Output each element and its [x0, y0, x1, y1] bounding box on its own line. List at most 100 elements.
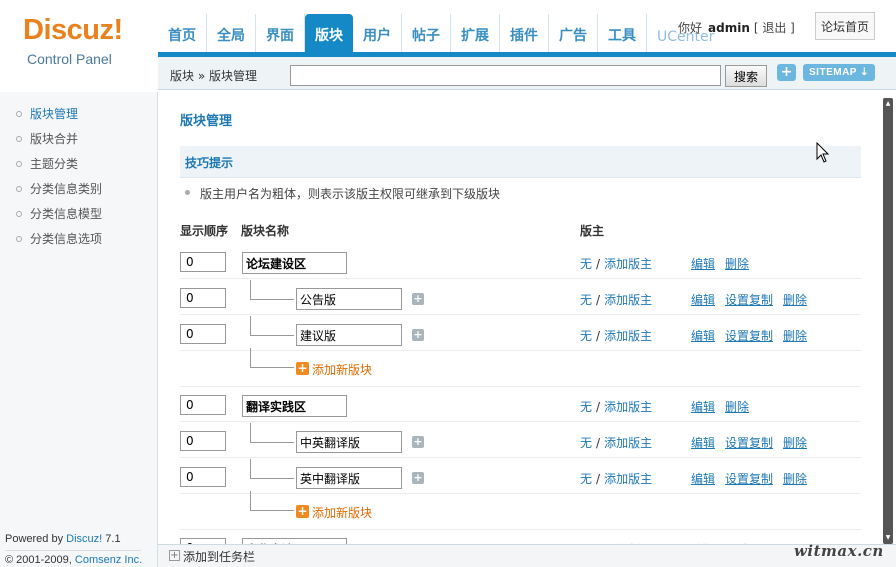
main-content: 版块管理 技巧提示 版主用户名为粗体，则表示该版主权限可继承到下级版块 显示顺序…: [159, 92, 883, 544]
edit-link[interactable]: 编辑: [691, 470, 715, 487]
add-forum-row: + 添加新版块: [180, 491, 861, 530]
copy-settings-link[interactable]: 设置复制: [725, 434, 773, 451]
bullet-icon: [16, 136, 22, 142]
sidebar-item[interactable]: 版块合并: [0, 130, 157, 155]
moderator-link[interactable]: 无: [580, 257, 592, 271]
plus-icon[interactable]: +: [777, 64, 796, 81]
tip-title: 技巧提示: [185, 156, 234, 170]
bullet-icon: [16, 236, 22, 242]
category-name-input[interactable]: [242, 252, 347, 274]
forum-row: + 无 /添加版主 编辑设置复制删除: [180, 280, 861, 315]
order-input[interactable]: [180, 395, 226, 415]
sidebar-item-label: 主题分类: [30, 157, 79, 171]
expand-plus-icon[interactable]: +: [412, 472, 424, 484]
expand-plus-icon[interactable]: +: [412, 329, 424, 341]
moderator-link[interactable]: 无: [580, 329, 592, 343]
add-moderator-link[interactable]: 添加版主: [604, 257, 652, 271]
order-input[interactable]: [180, 467, 226, 487]
username: admin: [708, 21, 750, 35]
delete-link[interactable]: 删除: [783, 470, 807, 487]
add-moderator-link[interactable]: 添加版主: [604, 293, 652, 307]
add-moderator-link[interactable]: 添加版主: [604, 329, 652, 343]
separator: /: [596, 329, 601, 343]
nav-tab[interactable]: 全局: [207, 14, 256, 54]
edit-link[interactable]: 编辑: [691, 434, 715, 451]
edit-link[interactable]: 编辑: [691, 327, 715, 344]
order-input[interactable]: [180, 431, 226, 451]
nav-tab[interactable]: 扩展: [451, 14, 500, 54]
edit-link[interactable]: 编辑: [691, 291, 715, 308]
sidebar-item[interactable]: 主题分类: [0, 155, 157, 180]
logo-subtitle: Control Panel: [27, 51, 112, 67]
add-moderator-link[interactable]: 添加版主: [604, 472, 652, 486]
nav-tab[interactable]: 版块: [305, 14, 353, 54]
nav-tab[interactable]: 帖子: [402, 14, 451, 54]
sidebar-item[interactable]: 版块管理: [0, 105, 157, 130]
edit-link[interactable]: 编辑: [691, 255, 715, 272]
tree-line: [250, 459, 294, 479]
sidebar-item[interactable]: 分类信息选项: [0, 230, 157, 255]
logo[interactable]: Discuz! Control Panel: [0, 0, 158, 92]
nav-tab[interactable]: 广告: [549, 14, 598, 54]
delete-link[interactable]: 删除: [783, 434, 807, 451]
scroll-down-icon[interactable]: ▼: [883, 534, 893, 542]
moderator-link[interactable]: 无: [580, 293, 592, 307]
delete-link[interactable]: 删除: [783, 291, 807, 308]
forum-name-input[interactable]: [296, 431, 402, 453]
forum-name-input[interactable]: [296, 288, 402, 310]
copy-settings-link[interactable]: 设置复制: [725, 327, 773, 344]
expand-plus-icon[interactable]: +: [412, 436, 424, 448]
nav-tab[interactable]: 界面: [256, 14, 305, 54]
add-moderator-link[interactable]: 添加版主: [604, 436, 652, 450]
moderator-link[interactable]: 无: [580, 400, 592, 414]
plus-box-icon[interactable]: +: [169, 550, 180, 561]
forum-row: + 无 /添加版主 编辑设置复制删除: [180, 316, 861, 351]
nav-tab[interactable]: 插件: [500, 14, 549, 54]
column-name: 版块名称: [241, 224, 290, 238]
copy-settings-link[interactable]: 设置复制: [725, 470, 773, 487]
tip-text: 版主用户名为粗体，则表示该版主权限可继承到下级版块: [200, 187, 501, 201]
nav-tab[interactable]: 用户: [353, 14, 402, 54]
delete-link[interactable]: 删除: [783, 327, 807, 344]
add-forum-link[interactable]: 添加新版块: [312, 361, 372, 378]
order-input[interactable]: [180, 324, 226, 344]
delete-link[interactable]: 删除: [725, 398, 749, 415]
discuz-link[interactable]: Discuz!: [66, 533, 102, 545]
nav-tab[interactable]: 首页: [158, 14, 207, 54]
category-name-input[interactable]: [242, 395, 347, 417]
forum-home-button[interactable]: 论坛首页: [815, 12, 875, 40]
watermark: witmax.cn: [794, 542, 884, 560]
logout-link[interactable]: [ 退出 ]: [754, 21, 795, 35]
sidebar-item[interactable]: 分类信息模型: [0, 205, 157, 230]
moderator-link[interactable]: 无: [580, 436, 592, 450]
sidebar-menu: 版块管理 版块合并主题分类分类信息类别分类信息模型 分类信息选项: [0, 105, 157, 255]
tree-line: [250, 491, 294, 511]
nav-tab[interactable]: 工具: [598, 14, 647, 54]
scrollbar[interactable]: ▲ ▼: [883, 98, 893, 544]
expand-plus-icon[interactable]: +: [412, 293, 424, 305]
copyright-prefix: © 2001-2009,: [5, 554, 75, 566]
order-input[interactable]: [180, 252, 226, 272]
forum-name-input[interactable]: [296, 467, 402, 489]
search-input[interactable]: [290, 65, 721, 86]
delete-link[interactable]: 删除: [725, 255, 749, 272]
forum-row: + 无 /添加版主 编辑设置复制删除: [180, 459, 861, 494]
comsenz-link[interactable]: Comsenz Inc.: [75, 554, 142, 566]
scroll-up-icon[interactable]: ▲: [883, 100, 893, 108]
forum-name-input[interactable]: [296, 324, 402, 346]
sitemap-button[interactable]: SITEMAP ⇣: [803, 64, 875, 81]
add-icon[interactable]: +: [296, 505, 309, 518]
user-bar: 你好 admin [ 退出 ]: [678, 19, 795, 36]
order-input[interactable]: [180, 288, 226, 308]
moderator-link[interactable]: 无: [580, 472, 592, 486]
sidebar-item[interactable]: 分类信息类别: [0, 180, 157, 205]
sidebar-item-label: 分类信息类别: [30, 182, 103, 196]
add-forum-link[interactable]: 添加新版块: [312, 504, 372, 521]
add-moderator-link[interactable]: 添加版主: [604, 400, 652, 414]
copy-settings-link[interactable]: 设置复制: [725, 291, 773, 308]
scrollbar-thumb[interactable]: ▲ ▼: [883, 98, 893, 544]
add-icon[interactable]: +: [296, 362, 309, 375]
edit-link[interactable]: 编辑: [691, 398, 715, 415]
add-to-taskbar-link[interactable]: 添加到任务栏: [183, 548, 255, 565]
search-button[interactable]: 搜索: [725, 65, 767, 87]
